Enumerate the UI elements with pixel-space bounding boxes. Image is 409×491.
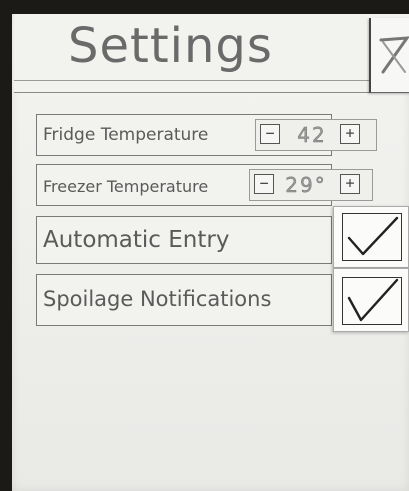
checkmark-icon	[347, 278, 399, 322]
settings-header: Settings	[14, 14, 409, 93]
setting-row-spoilage-notifications: Spoilage Notifications	[36, 274, 332, 326]
setting-label: Fridge Temperature	[43, 125, 209, 145]
close-button[interactable]	[369, 18, 409, 93]
freezer-temperature-stepper: − 29° +	[249, 169, 373, 201]
setting-row-automatic-entry: Automatic Entry	[36, 216, 332, 264]
header-ruled-line	[14, 80, 384, 81]
setting-label: Automatic Entry	[43, 227, 230, 253]
page-title: Settings	[68, 18, 273, 74]
setting-row-freezer-temperature: Freezer Temperature − 29° +	[36, 164, 373, 206]
fridge-temperature-value: 42	[297, 123, 327, 148]
fridge-temperature-decrease-button[interactable]: −	[260, 124, 280, 144]
freezer-temperature-value: 29°	[285, 173, 327, 198]
checkmark-icon	[347, 216, 399, 256]
checkbox-frame	[342, 277, 402, 325]
setting-label: Spoilage Notifications	[43, 287, 272, 311]
freezer-temperature-increase-button[interactable]: +	[340, 174, 360, 194]
fridge-temperature-stepper: − 42 +	[255, 119, 377, 151]
checkbox-frame	[342, 213, 402, 261]
fridge-temperature-increase-button[interactable]: +	[340, 124, 360, 144]
setting-row-fridge-temperature: Fridge Temperature − 42 +	[36, 114, 377, 156]
close-icon	[379, 36, 409, 74]
spoilage-notifications-checkbox[interactable]	[333, 268, 409, 332]
freezer-temperature-decrease-button[interactable]: −	[254, 174, 274, 194]
automatic-entry-checkbox[interactable]	[333, 206, 409, 268]
setting-label: Freezer Temperature	[43, 177, 209, 196]
